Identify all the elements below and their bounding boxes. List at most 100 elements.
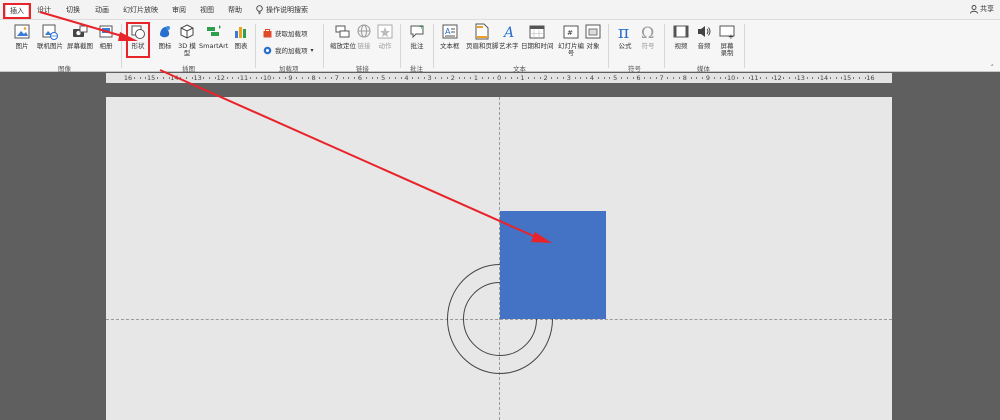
- pi-icon: π: [618, 23, 629, 41]
- ruler-minor-tick: [481, 77, 483, 79]
- symbol-button[interactable]: Ω 符号: [640, 23, 656, 50]
- calendar-icon: [529, 25, 545, 39]
- ruler-tick-label: 7: [659, 74, 664, 82]
- tab-slideshow[interactable]: 幻灯片放映: [119, 4, 162, 18]
- group-separator: [433, 24, 434, 68]
- collapse-ribbon-button[interactable]: ˄: [991, 64, 995, 72]
- audio-button[interactable]: 音频: [696, 23, 712, 50]
- smartart-button[interactable]: SmartArt: [199, 23, 228, 50]
- zoom-label: 缩放定位: [330, 42, 356, 50]
- ruler-minor-tick: [574, 77, 576, 79]
- 3d-models-button[interactable]: 3D 模型: [178, 23, 196, 57]
- tab-design[interactable]: 设计: [33, 4, 55, 18]
- ruler-tick-label: 15: [147, 74, 156, 82]
- equation-button[interactable]: π 公式: [617, 23, 633, 50]
- blue-square-shape[interactable]: [500, 211, 606, 319]
- action-button[interactable]: 动作: [377, 23, 393, 50]
- slide-canvas[interactable]: [106, 97, 892, 420]
- textbox-button[interactable]: A 文本框: [440, 23, 460, 50]
- date-time-button[interactable]: 日期和时间: [521, 23, 554, 50]
- tell-me-search[interactable]: 操作说明搜索: [256, 4, 308, 16]
- ruler-tick-label: 16: [123, 74, 133, 82]
- screenshot-button[interactable]: 屏幕截图: [67, 23, 93, 50]
- wordart-label: 艺术字: [499, 42, 519, 50]
- tab-view[interactable]: 视图: [196, 4, 218, 18]
- link-button[interactable]: 链接: [356, 23, 372, 50]
- ruler-minor-tick: [737, 77, 738, 79]
- ruler-tick-label: 4: [404, 74, 409, 82]
- ruler-minor-tick: [603, 77, 605, 79]
- share-button[interactable]: 共享: [970, 4, 994, 14]
- speaker-icon: [698, 26, 711, 37]
- slide-number-button[interactable]: # 幻灯片编号: [558, 23, 584, 57]
- smartart-label: SmartArt: [199, 42, 229, 50]
- ruler-minor-tick: [673, 77, 675, 79]
- group-separator: [400, 24, 401, 68]
- tab-review[interactable]: 审阅: [168, 4, 190, 18]
- my-addins-button[interactable]: 我的加载项 ▾: [263, 45, 314, 55]
- chart-button[interactable]: 图表: [233, 23, 249, 50]
- get-addins-button[interactable]: 获取加载项: [263, 28, 308, 38]
- ruler-minor-tick: [586, 77, 588, 79]
- header-footer-icon: [475, 23, 489, 40]
- ruler-minor-tick: [423, 77, 425, 79]
- chevron-up-icon: ˄: [990, 64, 995, 72]
- comment-button[interactable]: + 批注: [409, 23, 425, 50]
- ruler-tick-label: 5: [381, 74, 386, 82]
- wordart-button[interactable]: A 艺术字: [499, 23, 519, 50]
- star-icon: [377, 24, 393, 39]
- ruler-minor-tick: [667, 77, 669, 79]
- ruler-tick-label: 9: [288, 74, 293, 82]
- ruler-minor-tick: [626, 77, 628, 79]
- cube-icon: [180, 24, 194, 39]
- chevron-down-icon: ▾: [310, 46, 314, 54]
- screen-recording-label: 屏幕录制: [720, 42, 734, 57]
- tab-help[interactable]: 帮助: [224, 4, 246, 18]
- highlight-shapes-button: [126, 22, 150, 58]
- tab-transitions[interactable]: 切换: [62, 4, 84, 18]
- ruler-minor-tick: [510, 77, 512, 79]
- icons-label: 图标: [158, 42, 172, 50]
- my-addins-label: 我的加载项: [275, 47, 308, 55]
- ruler-minor-tick: [493, 77, 495, 79]
- ruler-tick-label: 2: [543, 74, 548, 82]
- icons-button[interactable]: 图标: [157, 23, 173, 50]
- group-separator: [121, 24, 122, 68]
- ruler-minor-tick: [162, 77, 164, 79]
- album-button[interactable]: 相册: [98, 23, 114, 50]
- tell-me-label: 操作说明搜索: [266, 6, 308, 14]
- comment-icon: +: [410, 24, 424, 39]
- picture-button[interactable]: 图片: [14, 23, 30, 50]
- group-separator: [255, 24, 256, 68]
- screen-recording-button[interactable]: + 屏幕录制: [719, 23, 735, 57]
- online-picture-icon: [42, 24, 58, 40]
- ruler-tick-label: 12: [216, 74, 225, 82]
- zoom-button[interactable]: 缩放定位: [330, 23, 356, 50]
- camera-icon: [73, 25, 88, 37]
- header-footer-button[interactable]: 页眉和页脚: [466, 23, 499, 50]
- ruler-tick-label: 12: [773, 74, 782, 82]
- object-button[interactable]: 对象: [585, 23, 601, 50]
- ruler-minor-tick: [226, 77, 228, 79]
- ruler-minor-tick: [632, 77, 634, 79]
- ruler-tick-label: 8: [311, 74, 316, 82]
- menu-bar: 插入 设计 切换 动画 幻灯片放映 审阅 视图 帮助 操作说明搜索 共享: [0, 0, 1000, 20]
- film-icon: [673, 25, 689, 38]
- svg-text:A: A: [445, 27, 451, 36]
- ruler-minor-tick: [580, 77, 582, 79]
- ruler-minor-tick: [331, 77, 332, 79]
- lightbulb-icon: [256, 5, 263, 15]
- online-picture-button[interactable]: 联机图片: [37, 23, 63, 50]
- ruler-tick-label: 11: [750, 74, 759, 82]
- ruler-minor-tick: [435, 77, 437, 79]
- ruler-minor-tick: [412, 77, 414, 79]
- online-picture-label: 联机图片: [37, 42, 63, 50]
- equation-label: 公式: [618, 42, 632, 50]
- ruler-minor-tick: [342, 77, 344, 79]
- video-button[interactable]: 视频: [673, 23, 689, 50]
- ruler-minor-tick: [679, 77, 680, 79]
- textbox-label: 文本框: [440, 42, 460, 50]
- tab-animations[interactable]: 动画: [91, 4, 113, 18]
- ruler-minor-tick: [563, 77, 564, 79]
- ruler-tick-label: 7: [334, 74, 339, 82]
